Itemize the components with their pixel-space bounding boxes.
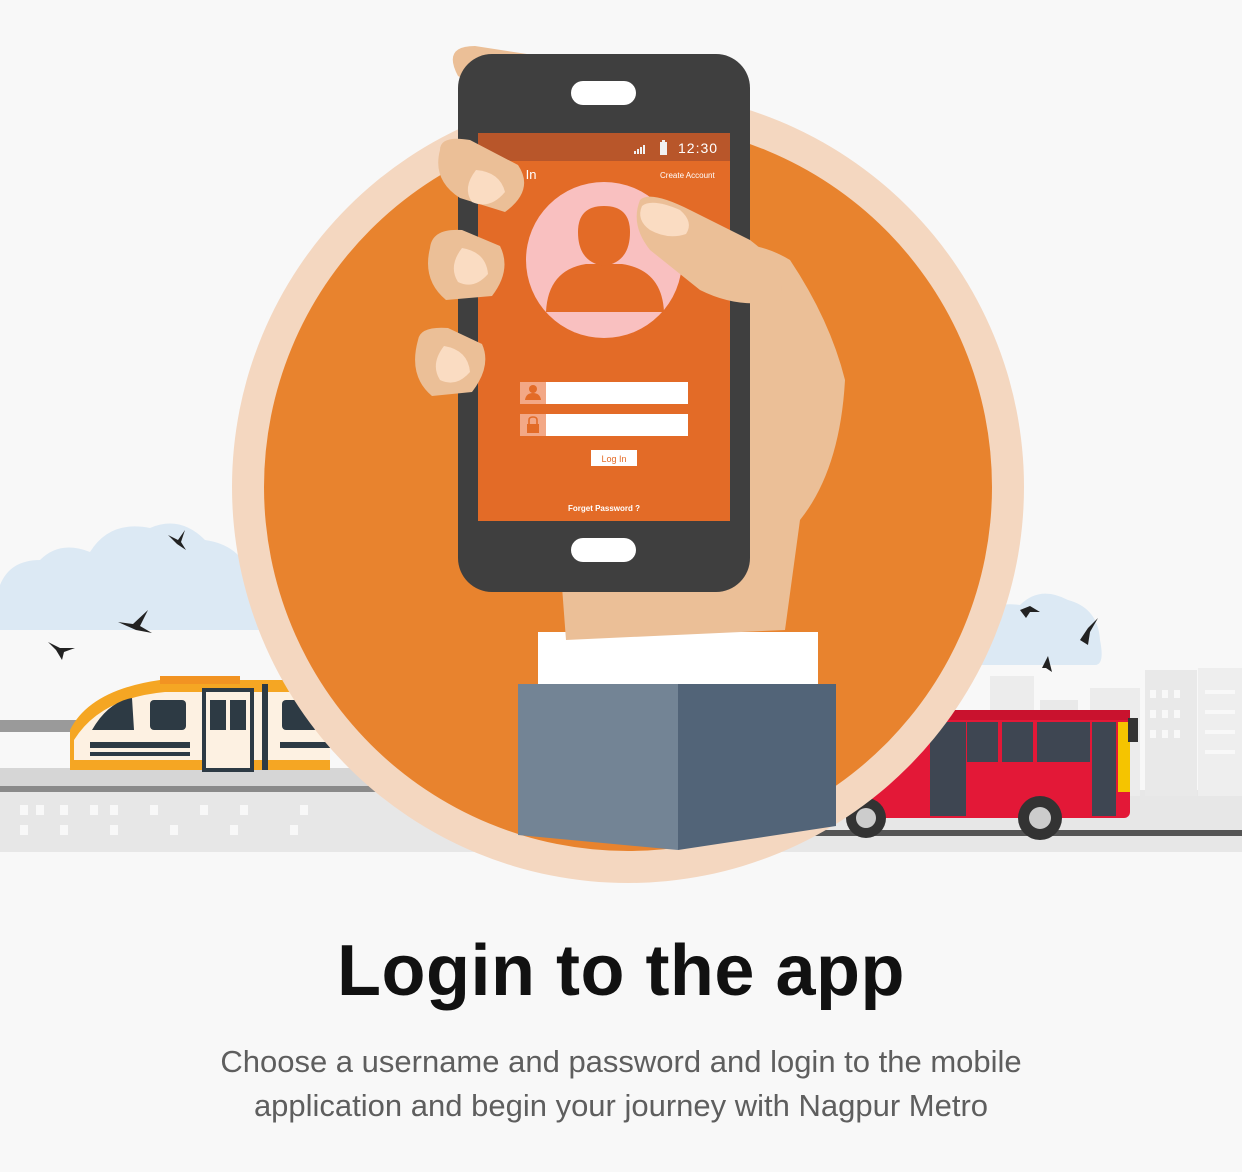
page-title: Login to the app bbox=[337, 931, 905, 1011]
username-field[interactable] bbox=[520, 382, 688, 404]
hero-illustration: 12:30 Sign In Create Account bbox=[0, 0, 1242, 900]
phone-home-button bbox=[571, 538, 636, 562]
forgot-password-link[interactable]: Forget Password ? bbox=[568, 504, 640, 513]
battery-icon bbox=[660, 140, 667, 155]
shirt-sleeve bbox=[518, 632, 836, 850]
create-account-link[interactable]: Create Account bbox=[660, 171, 715, 180]
caption-section: Login to the app Choose a username and p… bbox=[0, 930, 1242, 1128]
status-time: 12:30 bbox=[678, 140, 718, 156]
phone-speaker bbox=[571, 81, 636, 105]
page-description: Choose a username and password and login… bbox=[220, 1044, 1022, 1123]
smartphone: 12:30 Sign In Create Account bbox=[458, 54, 750, 592]
login-button[interactable]: Log In bbox=[591, 450, 637, 466]
login-button-label: Log In bbox=[601, 454, 626, 464]
password-field[interactable] bbox=[520, 414, 688, 436]
